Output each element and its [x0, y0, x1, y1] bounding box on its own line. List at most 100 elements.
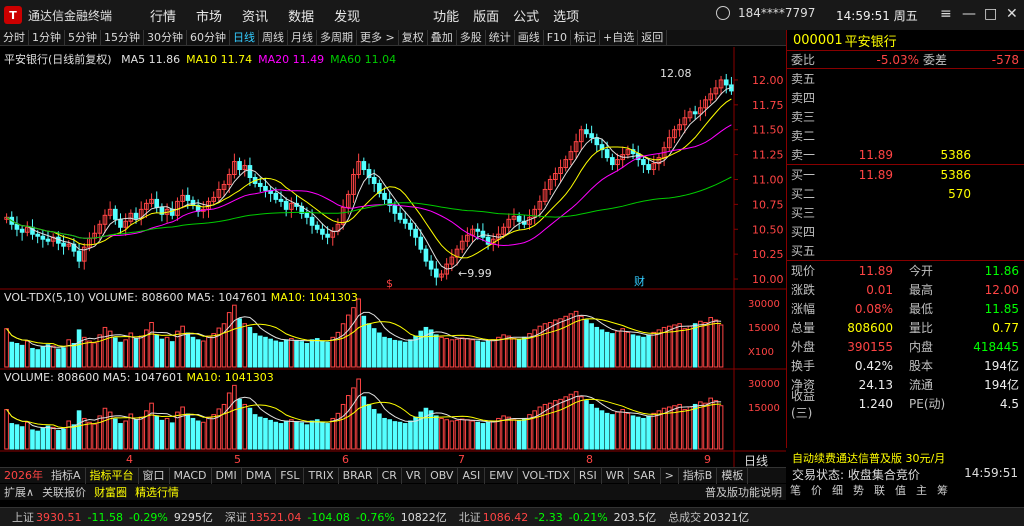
toolbar-button[interactable]: 15分钟	[101, 29, 144, 46]
vol-ma10-label: MA10:	[270, 291, 306, 304]
volume-bar	[185, 413, 191, 450]
close-icon[interactable]: ✕	[1006, 6, 1018, 22]
indicator-tab[interactable]: 指标B	[679, 467, 718, 484]
menu-item[interactable]: 市场	[196, 6, 222, 25]
volume-bar	[522, 417, 527, 450]
menu-item[interactable]: 公式	[513, 6, 539, 25]
volume-bar	[651, 331, 657, 368]
volume-bar	[553, 400, 558, 450]
menu-item[interactable]: 资讯	[242, 6, 268, 25]
right-tool-tab[interactable]: 笔	[790, 482, 801, 498]
candle-body	[723, 79, 729, 86]
volume-bar	[496, 336, 501, 368]
toolbar-button[interactable]: 分时	[0, 29, 29, 46]
sub-tab[interactable]: 精选行情	[131, 484, 183, 500]
indicator-tab[interactable]: BRAR	[339, 467, 378, 484]
volume-bar	[40, 427, 46, 450]
menu-item[interactable]: 选项	[553, 6, 579, 25]
toolbar-button[interactable]: 多股	[457, 29, 486, 46]
status-item: -0.76%	[356, 511, 395, 524]
toolbar-button[interactable]: +自选	[600, 29, 639, 46]
volume-bar	[206, 335, 211, 368]
toolbar-button[interactable]: 更多 >	[357, 29, 399, 46]
title-bar: T 通达信金融终端 行情 市场 资讯 数据 发现 功能 版面 公式 选项 184****779…	[0, 0, 1024, 30]
indicator-tab[interactable]: CR	[378, 467, 402, 484]
menu-item[interactable]: 行情	[150, 6, 176, 25]
indicator-tab[interactable]: DMA	[242, 467, 277, 484]
menu-item[interactable]: 功能	[433, 6, 459, 25]
minimize-icon[interactable]: —	[962, 6, 976, 22]
toolbar-button[interactable]: 周线	[259, 29, 288, 46]
volume-bar	[371, 409, 377, 450]
indicator-tab[interactable]: RSI	[575, 467, 602, 484]
toolbar-button[interactable]: 复权	[399, 29, 428, 46]
indicator-tab[interactable]: >	[661, 467, 679, 484]
indicator-tab[interactable]: ASI	[458, 467, 486, 484]
user-box[interactable]: 184****7797	[716, 6, 815, 20]
sub-tab[interactable]: 财富圈	[90, 484, 131, 500]
candle-body	[475, 228, 481, 232]
toolbar-button[interactable]: 标记	[571, 29, 601, 46]
volume-bar	[465, 338, 470, 368]
menu-item[interactable]: 发现	[334, 6, 360, 25]
menu-icon[interactable]: ≡	[940, 6, 952, 22]
volume-bar	[345, 395, 351, 450]
indicator-tab[interactable]: 窗口	[139, 467, 170, 484]
indicator-tab[interactable]: FSL	[276, 467, 305, 484]
volume-bar	[14, 343, 20, 368]
indicator-tab[interactable]: VOL-TDX	[518, 467, 575, 484]
indicator-tab[interactable]: DMI	[212, 467, 242, 484]
volume-bar	[314, 419, 320, 450]
toolbar-button[interactable]: 30分钟	[144, 29, 187, 46]
indicator-tab[interactable]: WR	[602, 467, 630, 484]
volume-bar	[76, 329, 82, 368]
indicator-tab[interactable]: 模板	[717, 467, 749, 484]
help-link[interactable]: 普及版功能说明	[701, 484, 786, 500]
indicator-tab[interactable]: SAR	[629, 467, 661, 484]
toolbar-button[interactable]: 日线	[230, 29, 259, 46]
right-tool-tab[interactable]: 筹	[937, 482, 948, 498]
promo-banner[interactable]: 自动续费通达信普及版 30元/月	[786, 448, 1024, 466]
indicator-tab[interactable]: MACD	[170, 467, 212, 484]
vol-ma10: 1041303	[308, 291, 358, 304]
toolbar-button[interactable]: 返回	[638, 29, 668, 46]
right-tool-tab[interactable]: 联	[874, 482, 885, 498]
toolbar-button[interactable]: 统计	[486, 29, 515, 46]
order-volume: 570	[948, 186, 971, 201]
order-level: 买二	[791, 187, 816, 201]
toolbar-button[interactable]: 画线	[515, 29, 544, 46]
volume-bar	[345, 314, 351, 368]
sub-tab[interactable]: 关联报价	[38, 484, 90, 500]
right-tool-tab[interactable]: 细	[832, 482, 843, 498]
maximize-icon[interactable]: □	[984, 6, 997, 22]
indicator-tab[interactable]: EMV	[485, 467, 519, 484]
sub-tab[interactable]: 扩展∧	[0, 484, 38, 500]
indicator-tab[interactable]: VR	[402, 467, 427, 484]
right-tool-tab[interactable]: 值	[895, 482, 906, 498]
toolbar-button[interactable]: 月线	[288, 29, 317, 46]
toolbar-button[interactable]: 1分钟	[29, 29, 65, 46]
indicator-tab[interactable]: OBV	[426, 467, 459, 484]
order-row: 买二 570	[787, 184, 1024, 203]
order-volume: 5386	[940, 147, 971, 162]
weicha-label: 委差	[923, 53, 948, 67]
indicator-tab[interactable]: 指标平台	[86, 467, 139, 484]
indicator-tab[interactable]: TRIX	[304, 467, 339, 484]
kline-chart[interactable]: 12.00 11.75 11.50 11.25 11.00 10.75 10.50 10.25…	[0, 47, 786, 467]
right-tool-tab[interactable]: 价	[811, 482, 822, 498]
menu-item[interactable]: 版面	[473, 6, 499, 25]
right-tool-tab[interactable]: 势	[853, 482, 864, 498]
candle-body	[263, 185, 268, 191]
toolbar-button[interactable]: F10	[544, 29, 572, 46]
toolbar-button[interactable]: 5分钟	[65, 29, 101, 46]
indicator-tab[interactable]: 指标A	[47, 467, 86, 484]
month-label: 6	[342, 453, 349, 466]
menu-item[interactable]: 数据	[288, 6, 314, 25]
candle-body	[428, 260, 434, 270]
toolbar-button[interactable]: 叠加	[428, 29, 457, 46]
toolbar-button[interactable]: 60分钟	[187, 29, 230, 46]
right-tool-tab[interactable]: 主	[916, 482, 927, 498]
volume-bar	[351, 307, 356, 368]
toolbar-button[interactable]: 多周期	[317, 29, 357, 46]
order-volume: 5386	[940, 167, 971, 182]
